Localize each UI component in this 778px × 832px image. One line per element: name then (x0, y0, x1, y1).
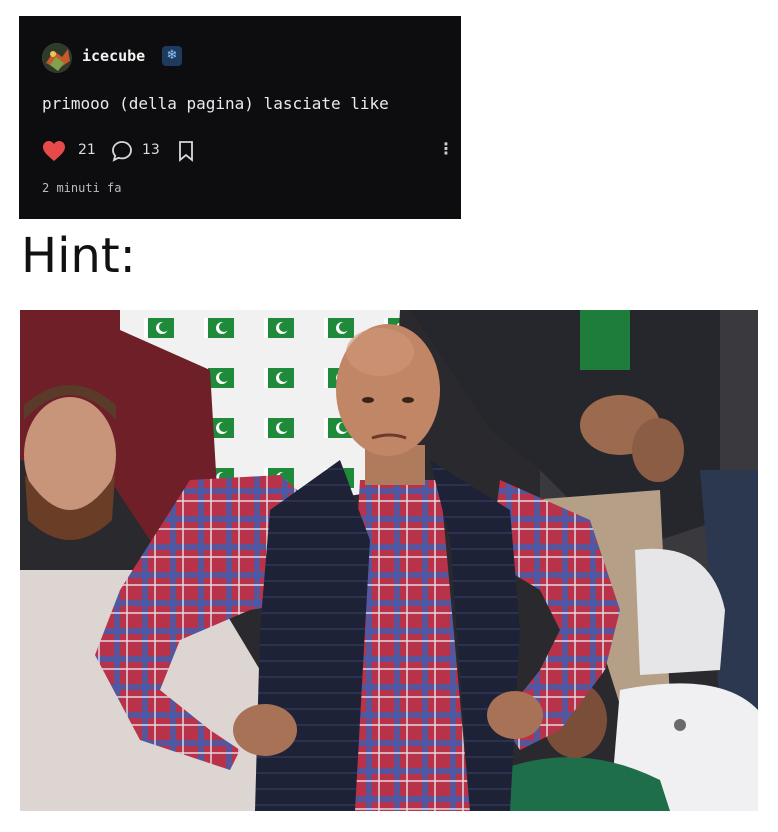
bookmark-icon[interactable] (177, 140, 195, 166)
heart-icon[interactable] (42, 140, 66, 166)
more-options-icon[interactable]: ⋮ (438, 139, 454, 158)
meme-photo (20, 310, 758, 811)
comment-text: primooo (della pagina) lasciate like (42, 94, 389, 113)
avatar[interactable] (42, 43, 72, 73)
like-count: 21 (78, 142, 96, 158)
timestamp: 2 minuti fa (42, 181, 122, 195)
comment-count: 13 (142, 142, 160, 158)
username[interactable]: icecube (82, 47, 145, 65)
comment-card: icecube ❄ primooo (della pagina) lasciat… (19, 16, 461, 219)
comment-icon[interactable] (111, 140, 133, 166)
snowflake-icon: ❄ (162, 46, 182, 66)
action-bar: 21 13 ⋮ (42, 139, 454, 166)
hint-label: Hint: (21, 228, 136, 284)
